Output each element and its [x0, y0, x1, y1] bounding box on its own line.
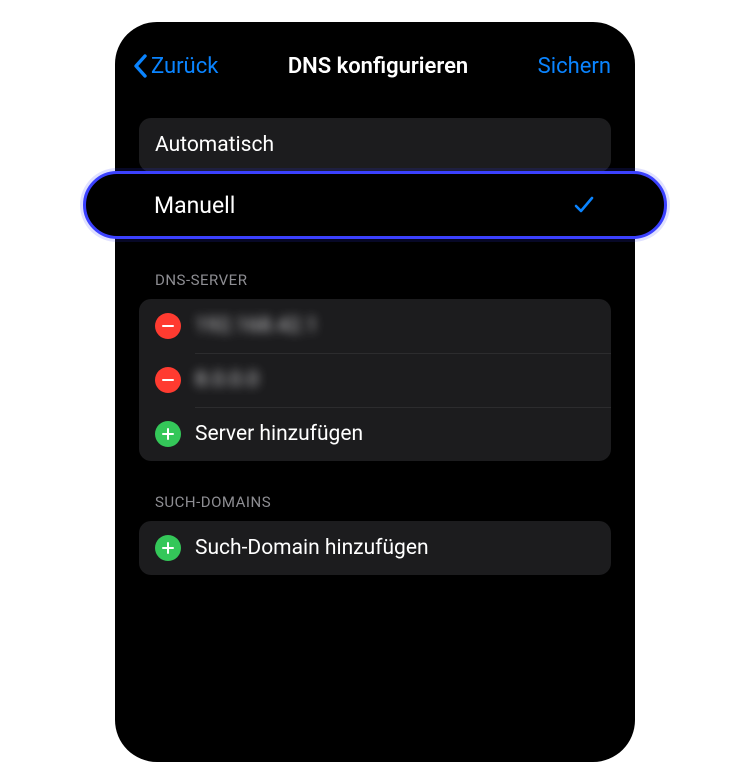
back-label: Zurück — [151, 54, 218, 79]
checkmark-icon — [572, 193, 596, 217]
plus-icon — [155, 421, 181, 447]
dns-server-value: 8.0.0.0 — [195, 368, 595, 392]
back-button[interactable]: Zurück — [131, 52, 218, 80]
add-search-domain-row[interactable]: Such-Domain hinzufügen — [139, 521, 611, 575]
dns-server-row[interactable]: 8.0.0.0 — [139, 353, 611, 407]
delete-icon[interactable] — [155, 367, 181, 393]
search-domains-header: Such-Domains — [139, 493, 611, 521]
delete-icon[interactable] — [155, 313, 181, 339]
page-title: DNS konfigurieren — [288, 54, 468, 79]
device-frame: Zurück DNS konfigurieren Sichern Automat… — [115, 22, 635, 762]
add-search-domain-label: Such-Domain hinzufügen — [195, 536, 595, 560]
mode-option-manual-highlight: Manuell — [83, 171, 667, 239]
mode-option-label: Automatisch — [155, 133, 595, 157]
search-domains-group: Such-Domain hinzufügen — [139, 521, 611, 575]
dns-servers-group: 192.168.42.1 8.0.0.0 Server hinzufügen — [139, 299, 611, 461]
content: Automatisch Manuell DNS-Server — [115, 98, 635, 575]
mode-option-manual[interactable]: Manuell — [142, 174, 608, 236]
mode-section: Automatisch Manuell — [139, 118, 611, 239]
chevron-left-icon — [131, 52, 149, 80]
dns-server-row[interactable]: 192.168.42.1 — [139, 299, 611, 353]
add-dns-server-row[interactable]: Server hinzufügen — [139, 407, 611, 461]
mode-option-auto[interactable]: Automatisch — [139, 118, 611, 172]
dns-servers-header: DNS-Server — [139, 271, 611, 299]
dns-servers-section: DNS-Server 192.168.42.1 8.0.0.0 Server h… — [139, 271, 611, 461]
search-domains-section: Such-Domains Such-Domain hinzufügen — [139, 493, 611, 575]
add-dns-server-label: Server hinzufügen — [195, 422, 595, 446]
mode-group: Automatisch Manuell — [139, 118, 611, 239]
dns-server-value: 192.168.42.1 — [195, 314, 595, 338]
nav-bar: Zurück DNS konfigurieren Sichern — [115, 42, 635, 98]
plus-icon — [155, 535, 181, 561]
mode-option-label: Manuell — [154, 192, 572, 219]
save-button[interactable]: Sichern — [538, 54, 611, 79]
